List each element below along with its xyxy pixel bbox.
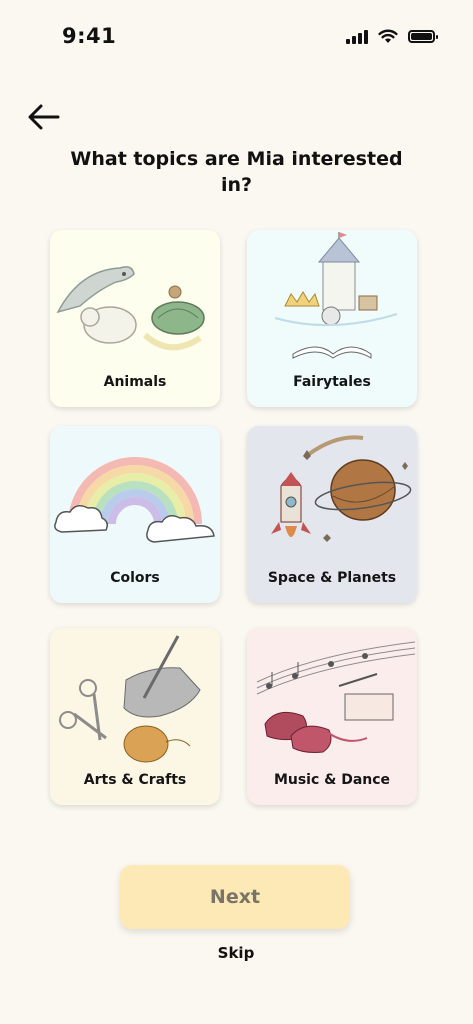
topic-card-colors[interactable]: Colors xyxy=(50,426,220,603)
topic-label-arts-crafts: Arts & Crafts xyxy=(83,772,187,788)
rainbow-illustration xyxy=(54,457,215,543)
topic-label-fairytales: Fairytales xyxy=(293,374,371,390)
animals-illustration xyxy=(56,266,205,351)
page-title: What topics are Mia interested in? xyxy=(70,148,403,196)
fairytales-illustration xyxy=(274,232,398,359)
topic-card-music-dance[interactable]: Music & Dance xyxy=(247,628,417,805)
topic-card-animals[interactable]: Animals xyxy=(50,230,220,407)
topic-label-music-dance: Music & Dance xyxy=(273,772,391,788)
space-illustration xyxy=(271,435,412,542)
status-bar: 9:41 xyxy=(0,0,473,76)
back-arrow-icon[interactable] xyxy=(26,101,62,133)
status-time: 9:41 xyxy=(62,24,117,48)
topic-label-space-planets: Space & Planets xyxy=(267,570,397,586)
cellular-signal-icon xyxy=(346,28,368,44)
topic-card-space-planets[interactable]: Space & Planets xyxy=(247,426,417,603)
status-icons xyxy=(346,28,438,44)
skip-link[interactable]: Skip xyxy=(186,944,286,962)
topic-card-fairytales[interactable]: Fairytales xyxy=(247,230,417,407)
next-button[interactable]: Next xyxy=(120,865,350,929)
topic-label-colors: Colors xyxy=(110,570,160,586)
arts-crafts-illustration xyxy=(59,635,201,763)
wifi-icon xyxy=(378,29,398,43)
music-dance-illustration xyxy=(256,641,416,753)
battery-icon xyxy=(408,29,438,43)
topic-label-animals: Animals xyxy=(103,374,167,390)
topic-card-arts-crafts[interactable]: Arts & Crafts xyxy=(50,628,220,805)
